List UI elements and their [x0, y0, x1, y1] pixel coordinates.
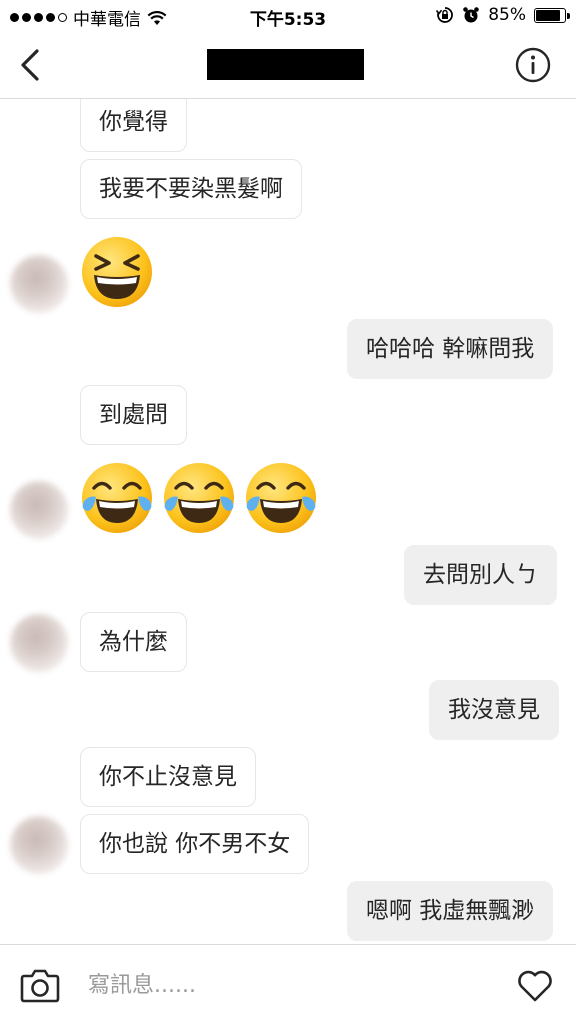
- message-bubble-incoming[interactable]: 我要不要染黑髮啊: [80, 159, 302, 219]
- message-bubble-outgoing[interactable]: 哈哈哈 幹嘛問我: [347, 319, 554, 379]
- message-composer: [0, 944, 576, 1025]
- battery-icon: [534, 7, 570, 23]
- emoji-message[interactable]: [80, 235, 154, 309]
- heart-icon[interactable]: [516, 967, 554, 1003]
- message-bubble-incoming[interactable]: 你不止沒意見: [80, 747, 256, 807]
- message-bubble-outgoing[interactable]: 我沒意見: [429, 680, 559, 740]
- battery-fill: [536, 9, 560, 21]
- alarm-icon: [463, 7, 480, 23]
- orientation-lock-icon: [436, 7, 454, 23]
- face-with-tears-of-joy-icon: [82, 463, 152, 533]
- avatar[interactable]: [10, 816, 68, 874]
- message-text: 我沒意見: [448, 697, 540, 723]
- message-bubble-incoming[interactable]: 你也說 你不男不女: [80, 814, 310, 874]
- avatar[interactable]: [10, 614, 68, 672]
- message-text: 嗯啊 我虛無飄渺: [366, 898, 535, 924]
- avatar[interactable]: [10, 255, 68, 313]
- grinning-squinting-face-icon: [82, 237, 152, 307]
- face-with-tears-of-joy-icon: [246, 463, 316, 533]
- message-text: 你也說 你不男不女: [99, 831, 291, 857]
- message-bubble-outgoing[interactable]: 嗯啊 我虛無飄渺: [347, 881, 554, 941]
- message-text: 去問別人ㄅ: [423, 562, 538, 588]
- message-text: 哈哈哈 幹嘛問我: [366, 336, 535, 362]
- message-bubble-outgoing[interactable]: 去問別人ㄅ: [404, 545, 557, 605]
- face-with-tears-of-joy-icon: [164, 463, 234, 533]
- status-right: 85%: [436, 5, 570, 25]
- message-bubble-incoming[interactable]: 到處問: [80, 385, 187, 445]
- message-text: 到處問: [99, 402, 168, 428]
- battery-percent: 85%: [488, 5, 526, 25]
- message-thread[interactable]: 你覺得 我要不要染黑髮啊 哈哈哈 幹嘛問我 到處問 去問別人ㄅ 為什麼 我沒意見…: [0, 99, 576, 944]
- message-text: 我要不要染黑髮啊: [99, 176, 283, 202]
- message-bubble-incoming[interactable]: 你覺得: [80, 99, 187, 152]
- message-input[interactable]: [88, 965, 488, 1005]
- conversation-title-redacted[interactable]: [207, 49, 364, 80]
- status-bar: 中華電信 下午5:53 85%: [0, 0, 576, 32]
- message-bubble-incoming[interactable]: 為什麼: [80, 612, 187, 672]
- message-text: 為什麼: [99, 629, 168, 655]
- conversation-header: [0, 32, 576, 99]
- chevron-left-icon[interactable]: [14, 46, 48, 84]
- emoji-message[interactable]: [80, 461, 318, 535]
- message-text: 你覺得: [99, 109, 168, 135]
- info-icon[interactable]: [515, 47, 551, 83]
- camera-icon[interactable]: [20, 967, 60, 1003]
- avatar[interactable]: [10, 481, 68, 539]
- message-text: 你不止沒意見: [99, 764, 237, 790]
